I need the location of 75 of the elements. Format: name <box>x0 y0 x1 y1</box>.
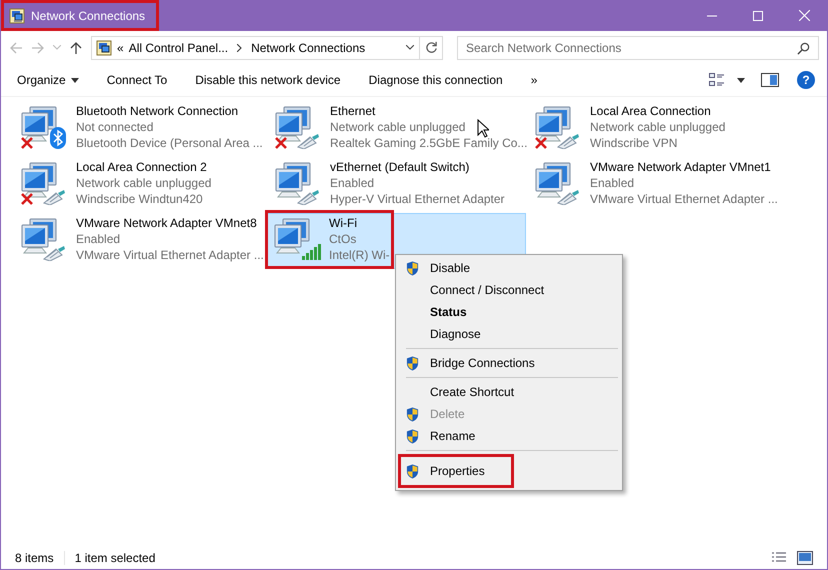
organize-menu[interactable]: Organize <box>9 69 87 91</box>
menu-item[interactable]: Properties <box>398 454 620 488</box>
connection-status: Enabled <box>330 175 374 191</box>
view-caret-icon[interactable] <box>737 78 745 82</box>
dropdown-caret-icon[interactable] <box>406 45 414 50</box>
adapter-name: Realtek Gaming 2.5GbE Family Co... <box>330 135 528 151</box>
breadcrumb[interactable]: All Control Panel... <box>128 40 228 54</box>
window-title: Network Connections <box>31 8 146 22</box>
connection-item[interactable]: Local Area Connection 2 Network cable unplugged Windscribe Windtun420 <box>18 157 266 213</box>
ethernet-plug-icon <box>556 133 580 149</box>
toolbar-button[interactable]: Connect To <box>98 69 176 91</box>
refresh-icon[interactable] <box>425 41 438 54</box>
selection-count: 1 item selected <box>74 551 156 565</box>
search-field[interactable]: Search Network Connections <box>457 36 819 60</box>
control-panel-icon <box>96 40 112 56</box>
adapter-name: Windscribe Windtun420 <box>76 191 203 207</box>
ethernet-plug-icon <box>556 189 580 205</box>
adapter-name: VMware Virtual Ethernet Adapter ... <box>76 247 264 263</box>
adapter-name: VMware Virtual Ethernet Adapter ... <box>590 191 778 207</box>
up-arrow-icon[interactable] <box>69 40 83 54</box>
ethernet-plug-icon <box>42 245 66 261</box>
breadcrumb[interactable]: Network Connections <box>251 40 366 54</box>
connection-item[interactable]: vEthernet (Default Switch) Enabled Hyper-V Virtual Ethernet Adapter <box>272 157 526 213</box>
menu-item[interactable]: Connect / Disconnect <box>398 279 620 301</box>
menu-item[interactable]: Bridge Connections <box>398 352 620 374</box>
ethernet-plug-icon <box>42 189 66 205</box>
ethernet-plug-icon <box>296 189 320 205</box>
search-icon <box>797 42 810 54</box>
adapter-name: Windscribe VPN <box>590 135 678 151</box>
connection-name: VMware Network Adapter VMnet1 <box>590 159 771 175</box>
caret-icon <box>70 78 79 82</box>
connection-status: Enabled <box>76 231 120 247</box>
toolbar-button[interactable]: Diagnose this connection <box>360 69 511 91</box>
connection-status: Network cable unplugged <box>76 175 212 191</box>
adapter-name: Intel(R) Wi- <box>329 247 390 263</box>
menu-item[interactable]: Status <box>398 301 620 323</box>
connection-name: Local Area Connection <box>590 103 711 119</box>
connection-name: Local Area Connection 2 <box>76 159 207 175</box>
close-icon <box>798 10 810 21</box>
connection-item[interactable]: VMware Network Adapter VMnet1 Enabled VMware Virtual Ethernet Adapter ... <box>532 157 786 213</box>
breadcrumb-chevron-icon <box>237 44 242 52</box>
adapter-name: Bluetooth Device (Personal Area ... <box>76 135 263 151</box>
connection-name: VMware Network Adapter VMnet8 <box>76 215 257 231</box>
connection-item[interactable]: Ethernet Network cable unplugged Realtek Gaming 2.5GbE Family Co... <box>272 101 526 157</box>
ethernet-plug-icon <box>296 133 320 149</box>
mouse-pointer-icon <box>477 119 489 138</box>
connection-status: Network cable unplugged <box>330 119 466 135</box>
connection-status: Network cable unplugged <box>590 119 726 135</box>
connection-name: Bluetooth Network Connection <box>76 103 238 119</box>
maximize-icon <box>753 10 763 20</box>
network-window-icon <box>9 8 25 24</box>
toolbar-button[interactable]: Disable this network device <box>187 69 349 91</box>
connection-name: vEthernet (Default Switch) <box>330 159 470 175</box>
address-bar[interactable]: « All Control Panel... Network Connections <box>91 36 443 60</box>
connection-status: CtOs <box>329 231 356 247</box>
signal-bars-icon <box>301 243 323 261</box>
connection-status: Enabled <box>590 175 634 191</box>
adapter-name: Hyper-V Virtual Ethernet Adapter <box>330 191 505 207</box>
preview-pane-icon[interactable] <box>761 73 779 87</box>
menu-item[interactable]: Create Shortcut <box>398 381 620 403</box>
bluetooth-icon <box>50 127 66 149</box>
connection-item[interactable]: Local Area Connection Network cable unplugged Windscribe VPN <box>532 101 786 157</box>
item-count: 8 items <box>15 551 54 565</box>
connection-status: Not connected <box>76 119 154 135</box>
menu-item[interactable]: Diagnose <box>398 323 620 345</box>
connection-name: Wi-Fi <box>329 215 357 231</box>
menu-item[interactable]: Rename <box>398 425 620 447</box>
connection-name: Ethernet <box>330 103 376 119</box>
view-options-icon[interactable] <box>709 73 725 87</box>
help-button[interactable]: ? <box>797 71 815 89</box>
large-icons-view-icon[interactable] <box>797 551 813 565</box>
connection-item[interactable]: Bluetooth Network Connection Not connected Bluetooth Device (Personal Area ... <box>18 101 266 157</box>
connection-item[interactable]: VMware Network Adapter VMnet8 Enabled VMware Virtual Ethernet Adapter ... <box>18 213 266 269</box>
breadcrumb-overflow[interactable]: « <box>117 40 124 54</box>
more-commands-button[interactable]: » <box>522 69 546 91</box>
